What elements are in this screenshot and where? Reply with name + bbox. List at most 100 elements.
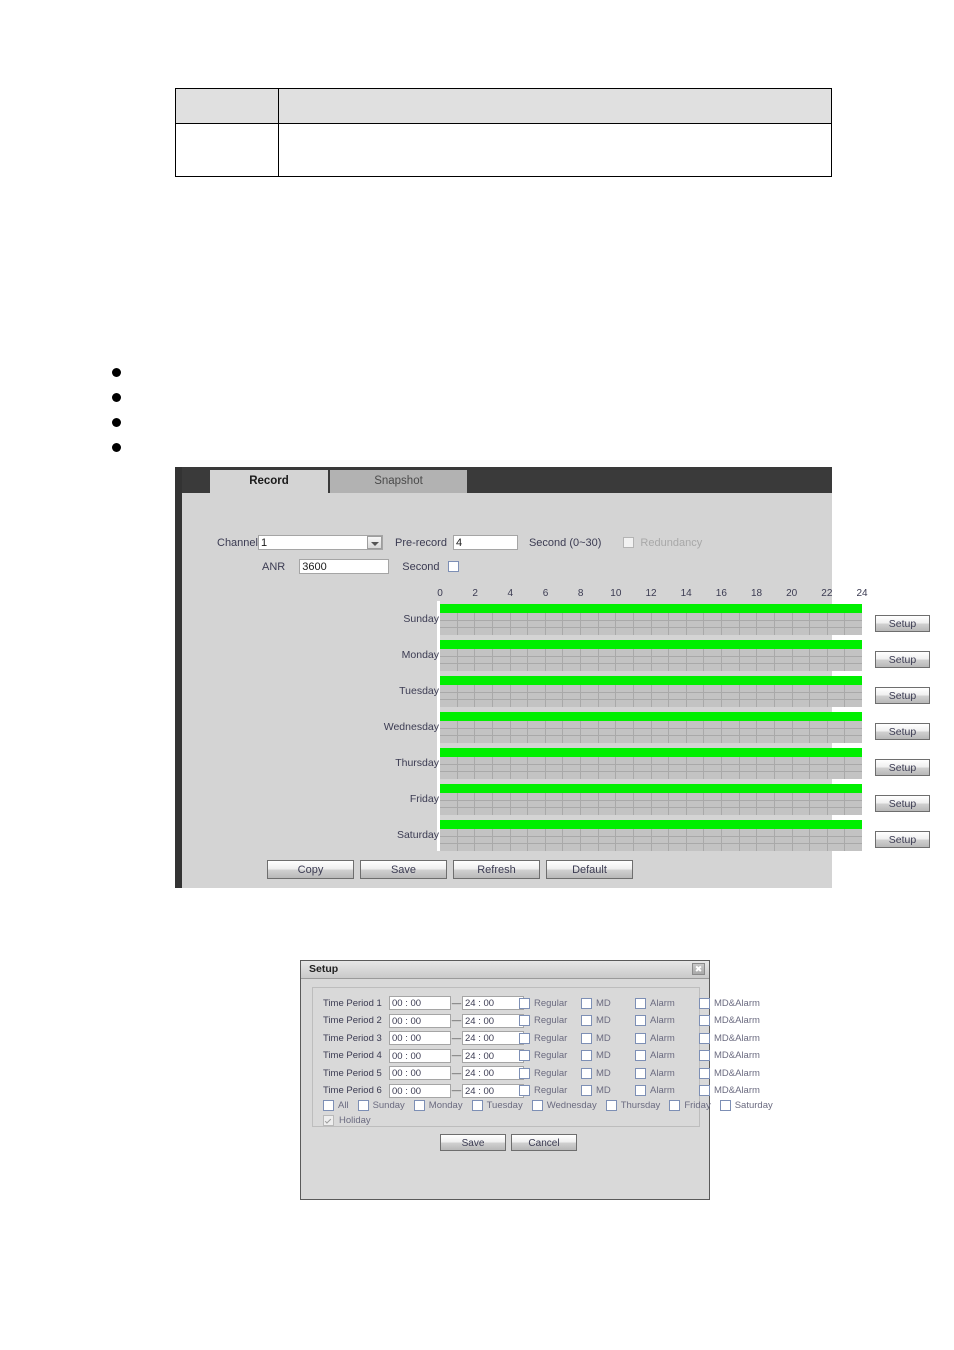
schedule-grid-cell[interactable] <box>440 829 458 836</box>
schedule-grid-cell[interactable] <box>793 620 811 628</box>
schedule-grid-cell[interactable] <box>740 613 758 620</box>
schedule-grid-cell[interactable] <box>475 685 493 692</box>
schedule-grid-cell[interactable] <box>828 620 846 628</box>
schedule-grid-cell[interactable] <box>599 808 617 816</box>
checkbox-icon[interactable] <box>519 1067 530 1079</box>
schedule-grid-cell[interactable] <box>740 728 758 736</box>
schedule-grid-cell[interactable] <box>704 829 722 836</box>
schedule-grid-cell[interactable] <box>704 772 722 780</box>
weekday-checkbox-thursday[interactable]: Thursday <box>605 1100 660 1111</box>
schedule-grid-cell[interactable] <box>634 800 652 808</box>
schedule-day-row[interactable]: Monday <box>402 640 862 672</box>
schedule-grid-cell[interactable] <box>845 837 862 844</box>
schedule-grid-cell[interactable] <box>581 836 599 844</box>
schedule-grid[interactable] <box>440 757 862 780</box>
schedule-grid-cell[interactable] <box>528 793 546 800</box>
schedule-grid-cell[interactable] <box>581 728 599 736</box>
schedule-grid-cell[interactable] <box>810 772 828 780</box>
schedule-grid-cell[interactable] <box>828 649 846 656</box>
time-period-start-input[interactable]: 00 : 00 <box>389 1031 451 1045</box>
schedule-grid-cell[interactable] <box>616 808 634 816</box>
mode-checkbox-md[interactable]: MD <box>581 1050 611 1061</box>
schedule-grid-cell[interactable] <box>793 757 811 764</box>
schedule-grid-cell[interactable] <box>458 721 476 728</box>
holiday-checkbox[interactable] <box>323 1115 334 1126</box>
schedule-day-row[interactable]: Sunday <box>403 604 862 636</box>
schedule-grid-cell[interactable] <box>793 613 811 620</box>
schedule-grid-cell[interactable] <box>810 736 828 744</box>
checkbox-icon[interactable] <box>531 1100 543 1111</box>
schedule-grid-cell[interactable] <box>634 728 652 736</box>
weekday-checkbox-wednesday[interactable]: Wednesday <box>531 1100 597 1111</box>
schedule-grid-cell[interactable] <box>493 772 511 780</box>
schedule-grid-cell[interactable] <box>652 649 670 656</box>
schedule-grid-cell[interactable] <box>687 736 705 744</box>
schedule-grid-cell[interactable] <box>634 664 652 672</box>
schedule-grid[interactable] <box>440 649 862 672</box>
schedule-grid-cell[interactable] <box>722 844 740 852</box>
schedule-grid-cell[interactable] <box>581 757 599 764</box>
schedule-grid-cell[interactable] <box>511 685 529 692</box>
schedule-grid-cell[interactable] <box>458 664 476 672</box>
schedule-grid-cell[interactable] <box>722 664 740 672</box>
schedule-grid-cell[interactable] <box>704 685 722 692</box>
schedule-grid-cell[interactable] <box>845 693 862 700</box>
checkbox-icon[interactable] <box>581 1085 592 1096</box>
schedule-grid-cell[interactable] <box>810 721 828 728</box>
schedule-grid-cell[interactable] <box>528 772 546 780</box>
schedule-grid-cell[interactable] <box>845 829 862 836</box>
schedule-grid-cell[interactable] <box>634 700 652 708</box>
schedule-grid-cell[interactable] <box>828 764 846 772</box>
schedule-grid-cell[interactable] <box>511 649 529 656</box>
checkbox-icon[interactable] <box>719 1100 731 1111</box>
schedule-grid-cell[interactable] <box>493 692 511 700</box>
schedule-grid-cell[interactable] <box>828 692 846 700</box>
schedule-grid-cell[interactable] <box>722 728 740 736</box>
schedule-grid-cell[interactable] <box>757 808 775 816</box>
schedule-grid-cell[interactable] <box>528 700 546 708</box>
schedule-grid-cell[interactable] <box>687 685 705 692</box>
schedule-grid-cell[interactable] <box>616 613 634 620</box>
schedule-grid-cell[interactable] <box>757 757 775 764</box>
schedule-grid-cell[interactable] <box>511 656 529 664</box>
schedule-grid-cell[interactable] <box>722 808 740 816</box>
schedule-grid-cell[interactable] <box>440 664 458 672</box>
schedule-grid-cell[interactable] <box>775 721 793 728</box>
schedule-grid-cell[interactable] <box>793 736 811 744</box>
schedule-grid-cell[interactable] <box>722 800 740 808</box>
schedule-grid-cell[interactable] <box>669 620 687 628</box>
schedule-grid-cell[interactable] <box>546 793 564 800</box>
mode-checkbox-md-alarm[interactable]: MD&Alarm <box>699 997 760 1009</box>
schedule-grid-cell[interactable] <box>775 772 793 780</box>
checkbox-icon[interactable] <box>471 1100 483 1111</box>
time-period-start-input[interactable]: 00 : 00 <box>389 996 451 1010</box>
schedule-grid-cell[interactable] <box>475 656 493 664</box>
anr-checkbox[interactable] <box>447 561 459 572</box>
schedule-grid-cell[interactable] <box>440 808 458 816</box>
schedule-grid-cell[interactable] <box>740 736 758 744</box>
schedule-grid-cell[interactable] <box>652 836 670 844</box>
checkbox-icon[interactable] <box>699 1067 710 1079</box>
setup-button-friday[interactable]: Setup <box>875 795 930 812</box>
schedule-grid-cell[interactable] <box>634 772 652 780</box>
schedule-grid-cell[interactable] <box>599 800 617 808</box>
schedule-grid-cell[interactable] <box>722 700 740 708</box>
schedule-grid-cell[interactable] <box>511 628 529 636</box>
schedule-grid-cell[interactable] <box>599 764 617 772</box>
schedule-grid-cell[interactable] <box>581 808 599 816</box>
schedule-grid-cell[interactable] <box>634 649 652 656</box>
schedule-grid-cell[interactable] <box>757 829 775 836</box>
schedule-grid-cell[interactable] <box>652 808 670 816</box>
close-icon[interactable]: ✖ <box>692 963 705 975</box>
schedule-grid-cell[interactable] <box>687 772 705 780</box>
schedule-grid[interactable] <box>440 613 862 636</box>
schedule-grid-cell[interactable] <box>704 692 722 700</box>
schedule-grid-cell[interactable] <box>546 836 564 844</box>
schedule-grid-cell[interactable] <box>563 700 581 708</box>
checkbox-icon[interactable] <box>605 1100 617 1111</box>
schedule-grid-cell[interactable] <box>669 772 687 780</box>
schedule-grid-cell[interactable] <box>563 844 581 852</box>
schedule-grid-cell[interactable] <box>775 620 793 628</box>
schedule-grid-cell[interactable] <box>546 692 564 700</box>
schedule-grid-cell[interactable] <box>458 620 476 628</box>
